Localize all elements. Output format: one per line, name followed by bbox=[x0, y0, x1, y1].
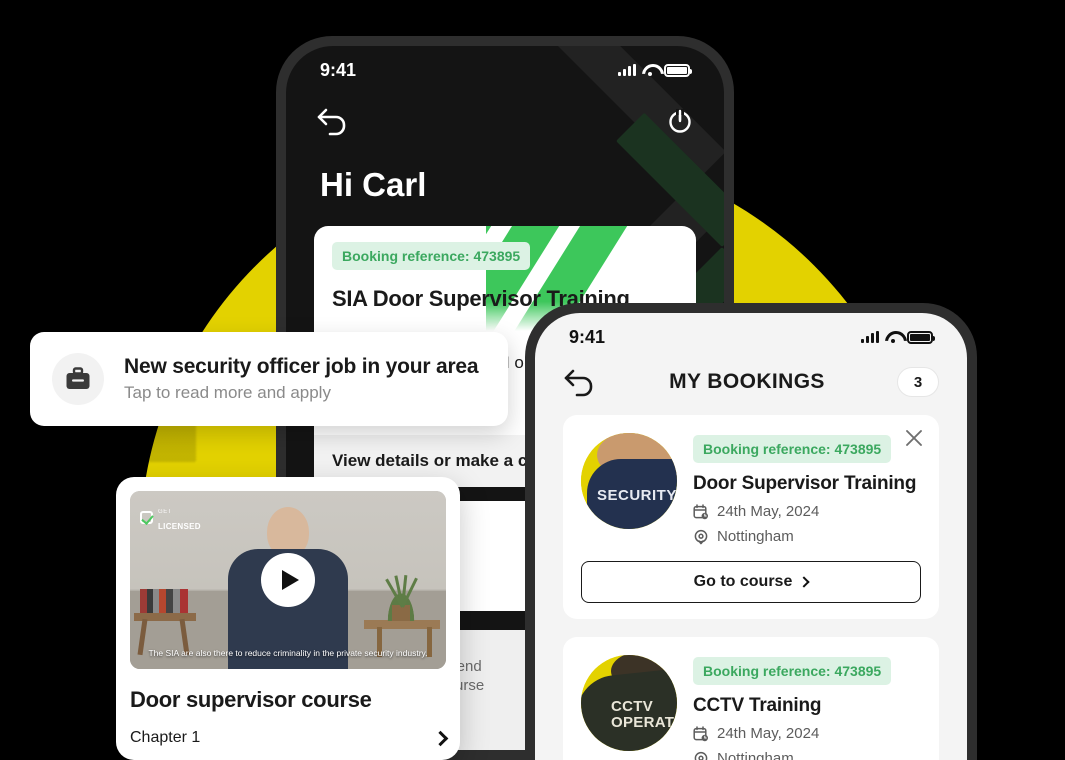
wifi-icon bbox=[642, 64, 658, 76]
calendar-clock-icon bbox=[693, 725, 708, 741]
power-icon[interactable] bbox=[666, 107, 694, 135]
bookings-count-badge: 3 bbox=[897, 367, 939, 397]
map-pin-icon bbox=[694, 751, 708, 760]
promo-composition: 9:41 Hi Carl Booking reference: 473895 S… bbox=[0, 0, 1065, 760]
course-title: Door supervisor course bbox=[130, 687, 372, 712]
video-plant bbox=[378, 573, 424, 621]
battery-full-icon bbox=[664, 63, 692, 77]
course-video-card[interactable]: GET LICENSED The SIA are also there to r… bbox=[116, 477, 460, 760]
play-icon[interactable] bbox=[261, 553, 315, 607]
briefcase-icon bbox=[52, 353, 104, 405]
dark-status-bar: 9:41 bbox=[286, 46, 724, 94]
toast-subtitle: Tap to read more and apply bbox=[124, 383, 331, 402]
page-title: MY BOOKINGS bbox=[669, 370, 825, 393]
booking-title: Door Supervisor Training bbox=[693, 473, 917, 494]
cellular-signal-icon bbox=[618, 64, 636, 76]
booking-date: 24th May, 2024 bbox=[693, 503, 921, 520]
greeting-title: Hi Carl bbox=[320, 166, 427, 203]
booking-location-text: Nottingham bbox=[717, 750, 794, 760]
booking-card-info: Booking reference: 473895 Door Superviso… bbox=[693, 433, 921, 545]
booking-thumbnail-security: SECURITY bbox=[581, 433, 677, 529]
light-phone-screen: 9:41 MY BOOKINGS 3 SECURITY Booking refe… bbox=[535, 313, 967, 760]
go-to-course-label: Go to course bbox=[693, 573, 793, 590]
booking-card[interactable]: CCTV OPERAT Booking reference: 473895 CCT… bbox=[563, 637, 939, 760]
status-time: 9:41 bbox=[569, 326, 606, 347]
bookings-header: MY BOOKINGS 3 bbox=[535, 361, 967, 415]
booking-reference-badge: Booking reference: 473895 bbox=[693, 657, 892, 685]
toast-title: New security officer job in your area bbox=[124, 355, 479, 378]
light-status-bar: 9:41 bbox=[535, 313, 967, 361]
video-books bbox=[140, 589, 188, 613]
booking-date: 24th May, 2024 bbox=[693, 725, 921, 742]
calendar-clock-icon bbox=[693, 503, 708, 519]
dark-phone-nav bbox=[286, 94, 724, 148]
booking-card-row: SECURITY Booking reference: 473895 Door … bbox=[581, 433, 921, 545]
video-caption: The SIA are also there to reduce crimina… bbox=[148, 647, 428, 658]
light-phone-mockup: 9:41 MY BOOKINGS 3 SECURITY Booking refe… bbox=[525, 303, 977, 760]
blank-icon bbox=[456, 511, 486, 537]
job-notification-toast[interactable]: New security officer job in your area Ta… bbox=[30, 332, 508, 426]
course-chapter-label: Chapter 1 bbox=[130, 729, 201, 746]
course-video-thumbnail[interactable]: GET LICENSED The SIA are also there to r… bbox=[130, 491, 446, 669]
status-indicators bbox=[861, 330, 935, 344]
booking-date-text: 24th May, 2024 bbox=[717, 503, 820, 520]
booking-card[interactable]: SECURITY Booking reference: 473895 Door … bbox=[563, 415, 939, 619]
booking-location-text: Nottingham bbox=[717, 528, 794, 545]
status-indicators bbox=[618, 63, 692, 77]
cellular-signal-icon bbox=[861, 331, 879, 343]
checkbox-check-icon bbox=[140, 510, 153, 524]
booking-title: CCTV Training bbox=[693, 695, 822, 716]
booking-card-row: CCTV OPERAT Booking reference: 473895 CCT… bbox=[581, 655, 921, 760]
status-time: 9:41 bbox=[320, 59, 357, 80]
booking-location: Nottingham bbox=[693, 750, 921, 760]
logo-text: GET LICENSED bbox=[158, 501, 201, 533]
booking-date-text: 24th May, 2024 bbox=[717, 725, 820, 742]
booking-thumbnail-cctv: CCTV OPERAT bbox=[581, 655, 677, 751]
close-icon[interactable] bbox=[905, 429, 923, 447]
chevron-right-icon bbox=[798, 576, 811, 588]
chevron-right-icon bbox=[432, 730, 449, 746]
go-to-course-button[interactable]: Go to course bbox=[581, 561, 921, 603]
map-pin-icon bbox=[694, 529, 708, 544]
battery-full-icon bbox=[907, 330, 935, 344]
booking-card-info: Booking reference: 473895 CCTV Training bbox=[693, 655, 921, 760]
back-arrow-icon[interactable] bbox=[316, 106, 350, 136]
logo-line-2: LICENSED bbox=[158, 522, 201, 531]
booking-reference-badge: Booking reference: 473895 bbox=[693, 435, 892, 463]
booking-reference-badge: Booking reference: 473895 bbox=[332, 242, 531, 270]
back-arrow-icon[interactable] bbox=[563, 367, 597, 397]
logo-line-1: GET bbox=[158, 509, 173, 515]
course-chapter-row[interactable]: Chapter 1 bbox=[130, 729, 449, 760]
wifi-icon bbox=[885, 331, 901, 343]
toast-text: New security officer job in your area Ta… bbox=[124, 355, 479, 403]
booking-location: Nottingham bbox=[693, 528, 921, 545]
get-licensed-logo: GET LICENSED bbox=[140, 501, 201, 533]
